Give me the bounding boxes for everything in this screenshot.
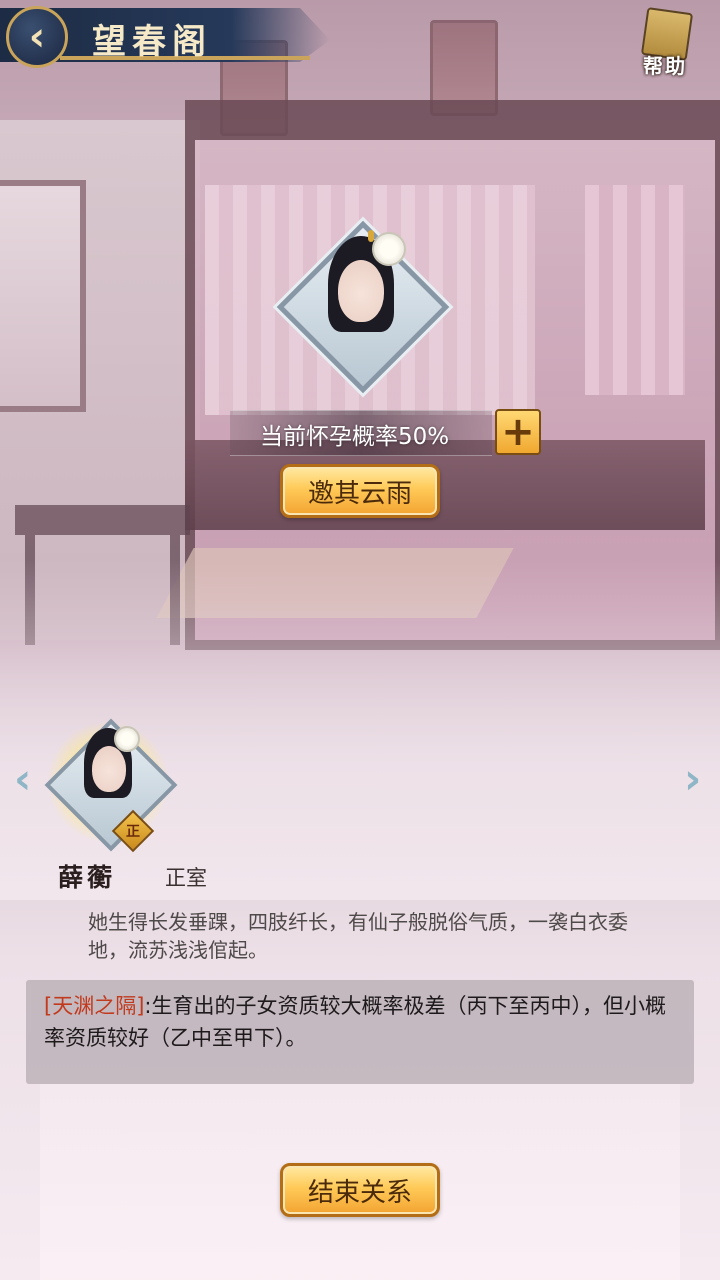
next-consort-arrow-icon[interactable]: › bbox=[684, 758, 701, 800]
end-relationship-button[interactable]: 结束关系 bbox=[280, 1163, 440, 1217]
trait-panel: [天渊之隔]:生育出的子女资质较大概率极差（丙下至丙中），但小概率资质较好（乙中… bbox=[26, 980, 694, 1084]
help-button[interactable]: 帮助 bbox=[632, 7, 698, 80]
gold-pin-icon bbox=[368, 230, 374, 242]
flower-hairpin-icon bbox=[114, 726, 140, 752]
flower-hairpin-icon bbox=[372, 232, 406, 266]
consort-name: 薛蘅 bbox=[58, 863, 117, 892]
increase-probability-button[interactable]: + bbox=[495, 409, 541, 455]
rank-badge-label: 正 bbox=[126, 824, 140, 840]
trait-name: [天渊之隔] bbox=[44, 994, 145, 1018]
invite-button[interactable]: 邀其云雨 bbox=[280, 464, 440, 518]
prev-consort-arrow-icon[interactable]: ‹ bbox=[14, 758, 31, 800]
consort-rank: 正室 bbox=[165, 866, 207, 890]
consort-portrait-small[interactable]: 正 bbox=[40, 712, 178, 853]
back-button[interactable]: ‹ bbox=[6, 6, 68, 68]
chevron-left-icon: ‹ bbox=[28, 14, 46, 60]
page-title: 望春阁 bbox=[92, 22, 212, 62]
consort-portrait-large bbox=[276, 220, 450, 394]
face-small bbox=[92, 746, 126, 792]
window bbox=[0, 180, 86, 412]
consort-description: 她生得长发垂踝，四肢纤长，有仙子般脱俗气质，一袭白衣委地，流苏浅浅倌起。 bbox=[88, 910, 628, 962]
face bbox=[338, 260, 384, 322]
plus-icon: + bbox=[501, 409, 535, 455]
pregnancy-probability: 当前怀孕概率50% bbox=[260, 424, 450, 450]
bed-curtain-side bbox=[585, 185, 685, 395]
help-label: 帮助 bbox=[643, 54, 687, 78]
